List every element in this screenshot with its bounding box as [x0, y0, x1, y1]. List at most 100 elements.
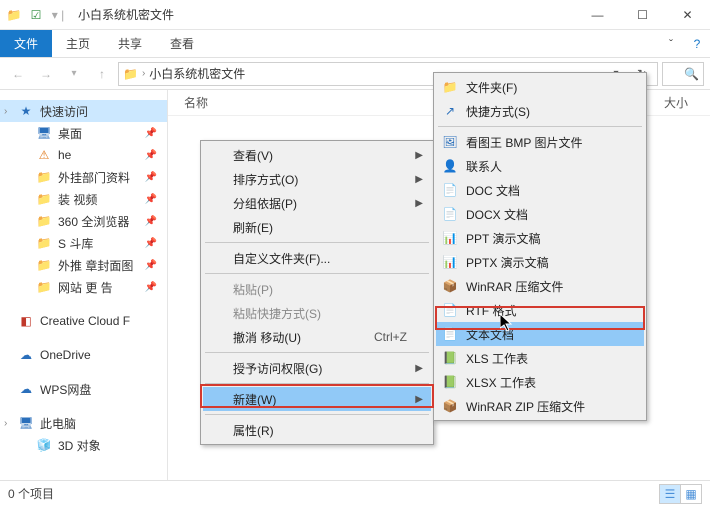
menu-item[interactable]: 📦WinRAR ZIP 压缩文件: [436, 394, 644, 418]
menu-item[interactable]: 📄 DOC 文档: [436, 178, 644, 202]
forward-button[interactable]: →: [34, 62, 58, 86]
folder-icon: 📁: [36, 170, 52, 184]
tab-share[interactable]: 共享: [104, 30, 156, 57]
context-menu[interactable]: 查看(V)▶排序方式(O)▶分组依据(P)▶刷新(E)自定义文件夹(F)...粘…: [200, 140, 434, 445]
menu-item[interactable]: 新建(W) ▶: [203, 387, 431, 411]
menu-item-label: 刷新(E): [233, 219, 273, 236]
menu-separator: [205, 242, 429, 243]
file-type-icon: 📄: [442, 207, 458, 221]
sidebar-item[interactable]: 🖥桌面📌: [0, 122, 167, 144]
tab-view[interactable]: 查看: [156, 30, 208, 57]
qat-sep: ▾ |: [48, 8, 68, 22]
file-type-icon: 📄: [442, 183, 458, 197]
menu-item[interactable]: 📗 XLSX 工作表: [436, 370, 644, 394]
menu-item[interactable]: 🖼看图王 BMP 图片文件: [436, 130, 644, 154]
sidebar-onedrive[interactable]: ☁ OneDrive: [0, 344, 167, 366]
menu-item[interactable]: 刷新(E): [203, 215, 431, 239]
sidebar-item[interactable]: 📁360 全浏览器📌: [0, 210, 167, 232]
quick-access-label: 快速访问: [40, 103, 88, 120]
back-button[interactable]: ←: [6, 62, 30, 86]
menu-item[interactable]: 📄文本文档: [436, 322, 644, 346]
star-icon: ★: [18, 104, 34, 118]
recent-dropdown[interactable]: ▾: [62, 62, 86, 86]
up-button[interactable]: ↑: [90, 62, 114, 86]
menu-item[interactable]: ↗快捷方式(S): [436, 99, 644, 123]
menu-item-label: 文件夹(F): [466, 79, 517, 96]
new-submenu[interactable]: 📁文件夹(F)↗快捷方式(S)🖼看图王 BMP 图片文件👤联系人📄DOC 文档📄…: [433, 72, 647, 421]
details-view-button[interactable]: ☰: [659, 484, 681, 504]
folder-icon: 📁: [36, 192, 52, 206]
sidebar-wps[interactable]: ☁ WPS网盘: [0, 378, 167, 400]
menu-item[interactable]: 自定义文件夹(F)...: [203, 246, 431, 270]
menu-item[interactable]: 📊PPT 演示文稿: [436, 226, 644, 250]
menu-item[interactable]: 撤消 移动(U)Ctrl+Z: [203, 325, 431, 349]
sidebar-3d-objects[interactable]: 🧊 3D 对象: [0, 434, 167, 456]
close-button[interactable]: ✕: [665, 0, 710, 30]
menu-item[interactable]: 授予访问权限(G)▶: [203, 356, 431, 380]
file-type-icon: 📗: [442, 351, 458, 365]
menu-item[interactable]: 📄DOCX 文档: [436, 202, 644, 226]
menu-item: 粘贴(P): [203, 277, 431, 301]
sidebar-item[interactable]: 📁外挂部门资料📌: [0, 166, 167, 188]
search-input[interactable]: 🔍: [662, 62, 704, 86]
folder-icon: 📁: [36, 280, 52, 294]
sidebar-item-label: he: [58, 148, 71, 162]
menu-separator: [205, 273, 429, 274]
sidebar-item-label: 桌面: [58, 125, 82, 142]
icons-view-button[interactable]: ▦: [680, 484, 702, 504]
sidebar-creative-cloud[interactable]: ◧ Creative Cloud F: [0, 310, 167, 332]
file-type-icon: 📦: [442, 279, 458, 293]
caret-icon: ›: [4, 106, 7, 117]
minimize-button[interactable]: —: [575, 0, 620, 30]
menu-item-label: XLSX 工作表: [466, 374, 536, 391]
qat-check[interactable]: ☑: [26, 8, 46, 22]
ribbon-expand[interactable]: ˇ: [658, 30, 684, 57]
menu-item[interactable]: 📊 PPTX 演示文稿: [436, 250, 644, 274]
menu-item[interactable]: 属性(R): [203, 418, 431, 442]
menu-item-label: 属性(R): [233, 422, 274, 439]
menu-item-label: RTF 格式: [466, 302, 516, 319]
maximize-button[interactable]: ☐: [620, 0, 665, 30]
col-size[interactable]: 大小: [664, 94, 710, 111]
menu-item[interactable]: 查看(V) ▶: [203, 143, 431, 167]
quick-access[interactable]: › ★ 快速访问: [0, 100, 167, 122]
help-icon[interactable]: ?: [684, 30, 710, 57]
menu-item-label: 粘贴快捷方式(S): [233, 305, 321, 322]
folder-icon: 📁: [36, 236, 52, 250]
menu-item[interactable]: 📦WinRAR 压缩文件: [436, 274, 644, 298]
sidebar-item[interactable]: 📁S 斗库📌: [0, 232, 167, 254]
sidebar-item[interactable]: 📁网站 更 告📌: [0, 276, 167, 298]
menu-item[interactable]: 分组依据(P)▶: [203, 191, 431, 215]
sidebar-this-pc[interactable]: › 🖥 此电脑: [0, 412, 167, 434]
pin-icon: 📌: [145, 260, 157, 271]
chevron-right-icon: ▶: [415, 394, 423, 405]
sidebar-item[interactable]: 📁外推 章封面图📌: [0, 254, 167, 276]
menu-item[interactable]: 📁文件夹(F): [436, 75, 644, 99]
sidebar-item[interactable]: ⚠ he 📌: [0, 144, 167, 166]
menu-item[interactable]: 📗XLS 工作表: [436, 346, 644, 370]
status-count: 0 个项目: [8, 485, 54, 502]
file-tab[interactable]: 文件: [0, 30, 52, 57]
menu-item-label: PPTX 演示文稿: [466, 254, 549, 271]
menu-item[interactable]: 排序方式(O)▶: [203, 167, 431, 191]
pin-icon: 📌: [145, 172, 157, 183]
menu-separator: [438, 126, 642, 127]
menu-item[interactable]: 👤联系人: [436, 154, 644, 178]
menu-item-label: DOC 文档: [466, 182, 520, 199]
folder-icon: 📁: [4, 8, 24, 22]
chevron-right-icon: ▶: [415, 174, 423, 185]
pin-icon: 📌: [145, 216, 157, 227]
menu-item-label: 查看(V): [233, 147, 273, 164]
file-type-icon: 📊: [442, 255, 458, 269]
tab-home[interactable]: 主页: [52, 30, 104, 57]
chevron-right-icon: ▶: [415, 363, 423, 374]
breadcrumb[interactable]: 小白系统机密文件: [149, 65, 245, 82]
sidebar-item[interactable]: 📁装 视频📌: [0, 188, 167, 210]
menu-item[interactable]: 📄RTF 格式: [436, 298, 644, 322]
menu-item-label: 新建(W): [233, 391, 276, 408]
chevron-right-icon: ▶: [415, 150, 423, 161]
sidebar-item-label: 外推 章封面图: [58, 257, 133, 274]
file-type-icon: 📗: [442, 375, 458, 389]
pin-icon: 📌: [145, 150, 157, 161]
folder-icon: ⚠: [36, 148, 52, 162]
